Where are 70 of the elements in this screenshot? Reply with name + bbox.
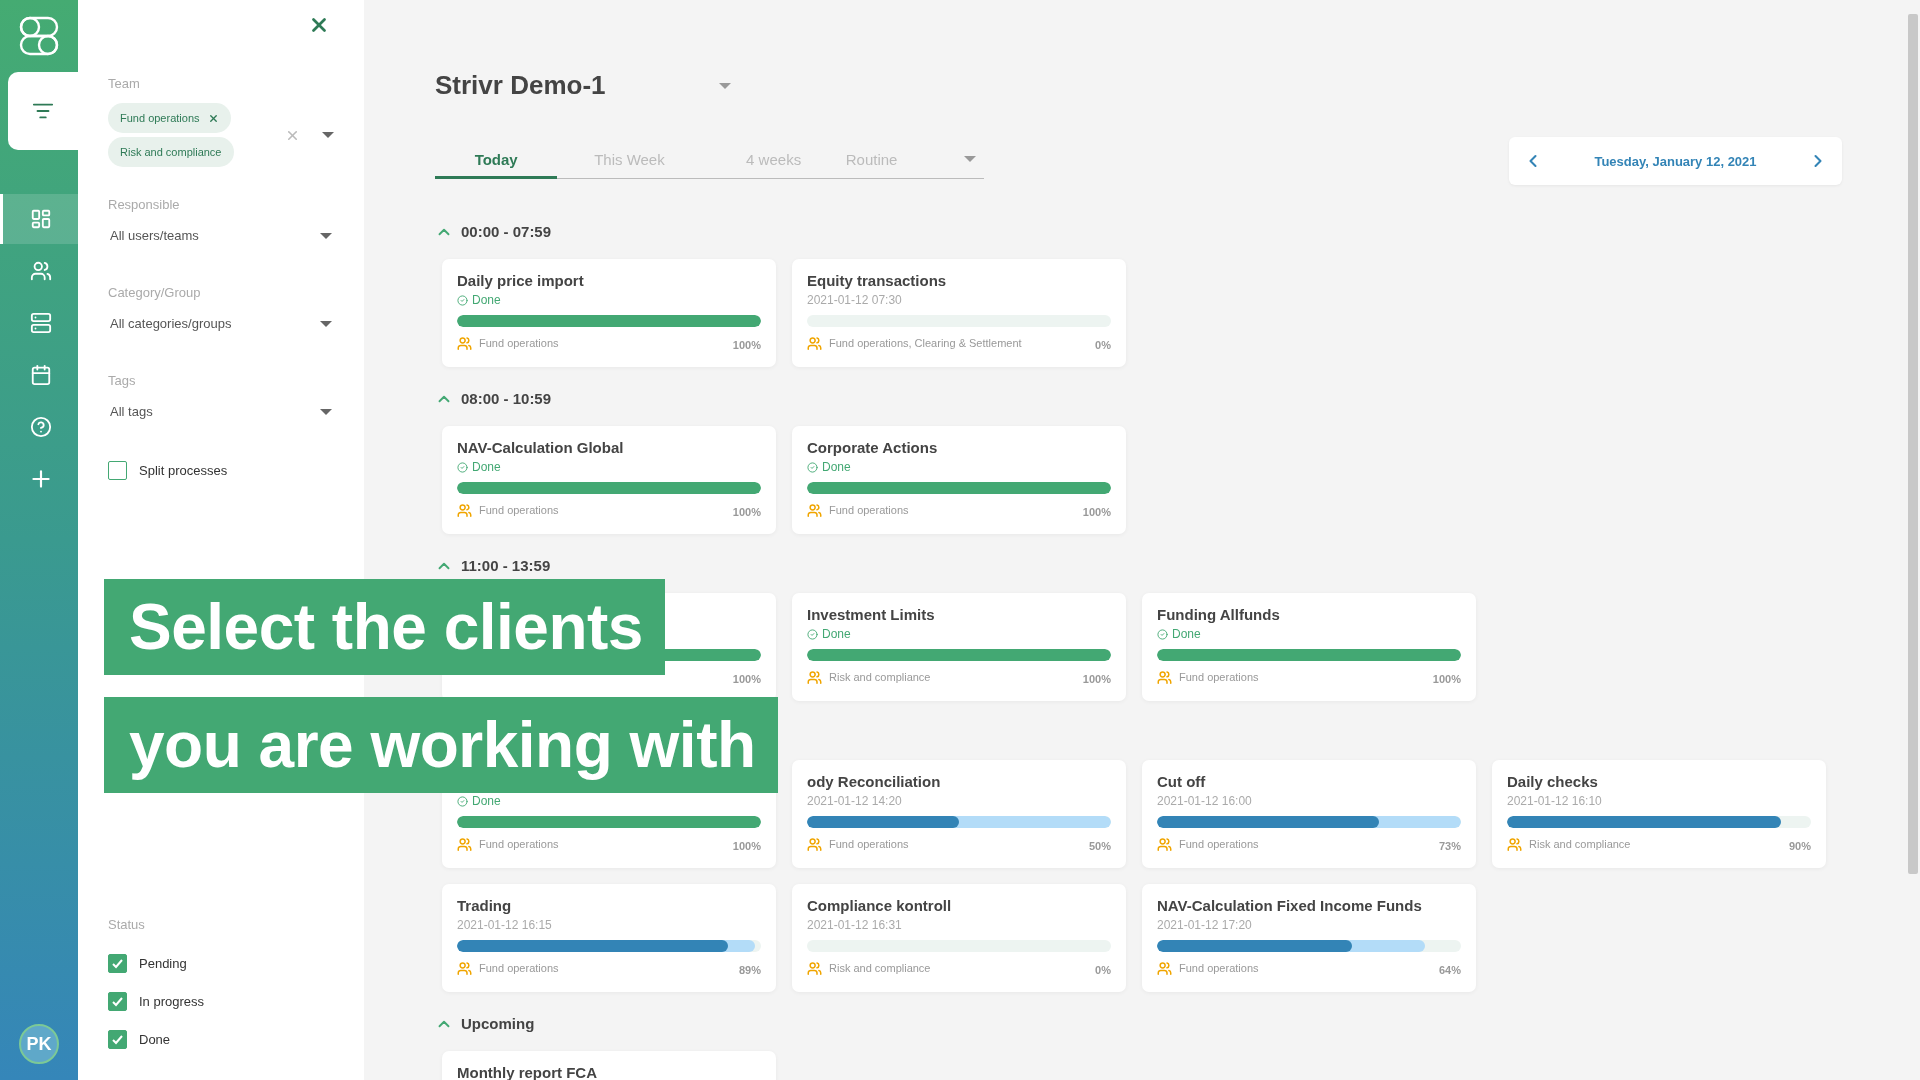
date-label: 2021-01-12 16:31 <box>807 918 902 932</box>
status-label: Done <box>472 460 501 474</box>
percent-label: 100% <box>1432 673 1461 685</box>
video-caption-overlay: Select the clients <box>104 579 665 675</box>
team-label: Risk and compliance <box>1507 836 1631 852</box>
percent-label: 50% <box>1088 840 1111 852</box>
date-label: 2021-01-12 16:00 <box>1157 794 1252 808</box>
status-label: Done <box>822 460 851 474</box>
page-title: Strivr Demo-1 <box>435 70 607 101</box>
process-title: ody Reconciliation <box>807 773 941 790</box>
checkbox-label: Pending <box>139 956 187 971</box>
section-title: 00:00 - 07:59 <box>461 223 552 240</box>
process-title: Corporate Actions <box>807 439 938 456</box>
date-label: 2021-01-12 17:20 <box>1157 918 1252 932</box>
date-label: 2021-01-12 07:30 <box>807 293 902 307</box>
team-label: Fund operations <box>1157 960 1259 976</box>
team-label: Fund operations, Clearing & Settlement <box>807 335 1022 351</box>
process-title: Daily price import <box>457 272 584 289</box>
percent-label: 100% <box>732 840 761 852</box>
video-caption-overlay: you are working with <box>104 697 778 793</box>
date-label: Tuesday, January 12, 2021 <box>1594 153 1757 169</box>
process-title: Cut off <box>1157 773 1206 790</box>
team-label: Fund operations <box>457 502 559 518</box>
percent-label: 100% <box>1082 673 1111 685</box>
percent-label: 100% <box>1082 506 1111 518</box>
process-title: NAV-Calculation Fixed Income Funds <box>1157 897 1422 914</box>
team-label: Fund operations <box>1157 836 1259 852</box>
status-label: Done <box>472 293 501 307</box>
status-label: Done <box>472 794 501 808</box>
process-title: Compliance kontroll <box>807 897 952 914</box>
process-title: Funding Allfunds <box>1157 606 1280 623</box>
process-title: NAV-Calculation Global <box>457 439 624 456</box>
percent-label: 100% <box>732 506 761 518</box>
percent-label: 90% <box>1788 840 1811 852</box>
checkbox-label: In progress <box>139 994 205 1009</box>
checkbox-label: Done <box>139 1032 171 1047</box>
process-title: Daily checks <box>1507 773 1598 790</box>
field-label: Responsible <box>108 197 181 212</box>
section-title: Upcoming <box>461 1015 535 1032</box>
process-title: Equity transactions <box>807 272 947 289</box>
field-label: Tags <box>108 373 137 388</box>
team-label: Fund operations <box>457 960 559 976</box>
field-label: Category/Group <box>108 285 202 300</box>
date-label: 2021-01-12 14:20 <box>807 794 902 808</box>
percent-label: 89% <box>738 964 761 976</box>
team-label: Fund operations <box>807 836 909 852</box>
field-label: Team <box>108 76 141 91</box>
team-label: Fund operations <box>1157 669 1259 685</box>
field-label: Status <box>108 917 146 932</box>
team-label: Fund operations <box>457 836 559 852</box>
checkbox-label: Split processes <box>139 463 228 478</box>
section-title: 08:00 - 10:59 <box>461 390 552 407</box>
date-label: 2021-01-12 16:15 <box>457 918 552 932</box>
percent-label: 100% <box>732 339 761 351</box>
percent-label: 100% <box>732 673 761 685</box>
percent-label: 0% <box>1095 964 1111 976</box>
percent-label: 0% <box>1095 339 1111 351</box>
process-title: Trading <box>457 897 512 914</box>
process-title: Investment Limits <box>807 606 935 623</box>
percent-label: 73% <box>1438 840 1461 852</box>
status-label: Done <box>822 627 851 641</box>
date-label: 2021-01-12 16:10 <box>1507 794 1602 808</box>
team-label: Risk and compliance <box>807 960 931 976</box>
team-label: Fund operations <box>807 502 909 518</box>
section-title: 11:00 - 13:59 <box>461 557 551 574</box>
percent-label: 64% <box>1438 964 1461 976</box>
tab-label: Routine <box>845 150 898 168</box>
team-label: Fund operations <box>457 335 559 351</box>
team-label: Risk and compliance <box>807 669 931 685</box>
status-label: Done <box>1172 627 1201 641</box>
